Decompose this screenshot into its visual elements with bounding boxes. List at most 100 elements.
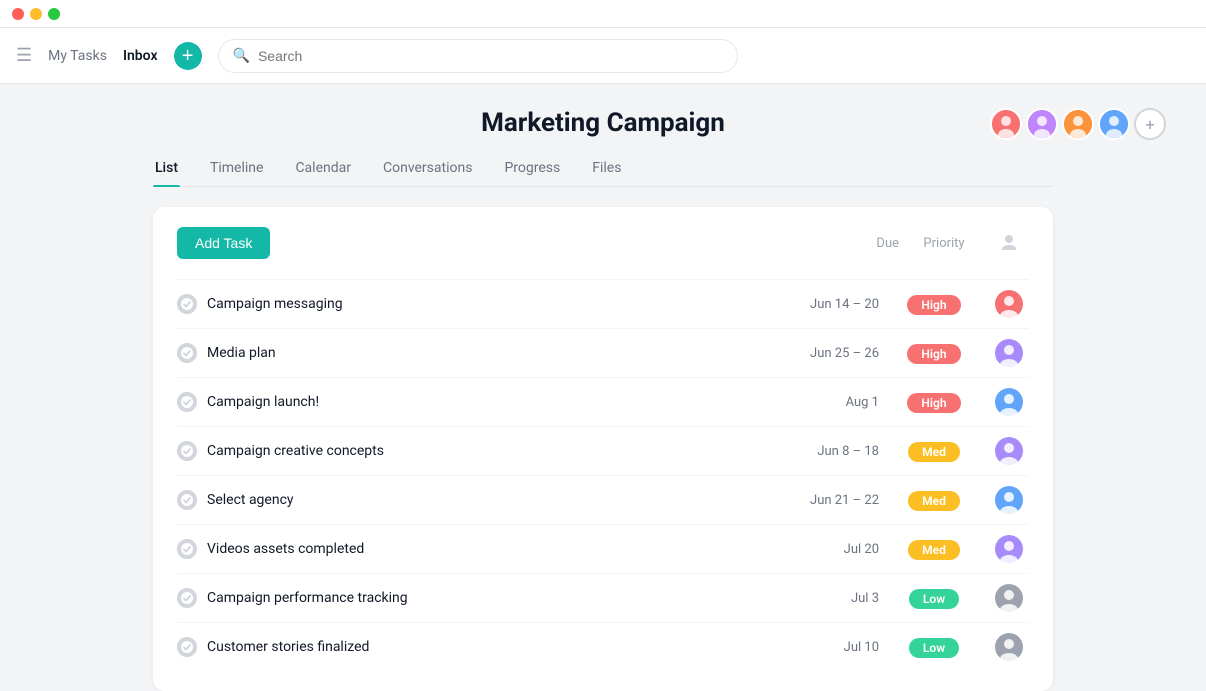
task-row[interactable]: Videos assets completed Jul 20 Med [177, 524, 1029, 573]
avatar-4[interactable] [1098, 108, 1130, 140]
task-avatar-7[interactable] [989, 633, 1029, 661]
priority-badge-5: Med [908, 540, 960, 560]
tab-timeline[interactable]: Timeline [208, 154, 265, 186]
task-row[interactable]: Customer stories finalized Jul 10 Low [177, 622, 1029, 671]
tab-progress[interactable]: Progress [502, 154, 562, 186]
avatar-3-img [1064, 110, 1092, 138]
avatar-img-1 [995, 339, 1023, 367]
task-name-4: Select agency [207, 492, 749, 508]
task-priority-4: Med [889, 490, 979, 511]
task-name-1: Media plan [207, 345, 749, 361]
task-rows: Campaign messaging Jun 14 – 20 High Medi… [177, 279, 1029, 671]
task-checkbox-3[interactable] [177, 441, 197, 461]
task-avatar-0[interactable] [989, 290, 1029, 318]
column-headers: Due Priority [779, 232, 1029, 254]
task-row[interactable]: Campaign creative concepts Jun 8 – 18 Me… [177, 426, 1029, 475]
priority-badge-7: Low [909, 638, 959, 658]
avatar-2[interactable] [1026, 108, 1058, 140]
tab-conversations[interactable]: Conversations [381, 154, 474, 186]
avatar-4-img [1100, 110, 1128, 138]
task-due-6: Jul 3 [759, 591, 879, 606]
task-due-0: Jun 14 – 20 [759, 297, 879, 312]
task-due-1: Jun 25 – 26 [759, 346, 879, 361]
task-name-5: Videos assets completed [207, 541, 749, 557]
col-person-header [989, 232, 1029, 254]
priority-badge-2: High [907, 393, 960, 413]
tab-list[interactable]: List [153, 154, 180, 186]
nav-inbox[interactable]: Inbox [123, 48, 158, 64]
task-name-6: Campaign performance tracking [207, 590, 749, 606]
add-button[interactable]: + [174, 42, 202, 70]
task-name-0: Campaign messaging [207, 296, 749, 312]
avatar-add-button[interactable]: + [1134, 108, 1166, 140]
priority-badge-4: Med [908, 491, 960, 511]
check-icon-3 [179, 443, 195, 459]
traffic-light-yellow[interactable] [30, 8, 42, 20]
priority-badge-3: Med [908, 442, 960, 462]
add-task-button[interactable]: Add Task [177, 227, 270, 259]
task-checkbox-6[interactable] [177, 588, 197, 608]
tab-calendar[interactable]: Calendar [293, 154, 353, 186]
task-avatar-5[interactable] [989, 535, 1029, 563]
task-row[interactable]: Select agency Jun 21 – 22 Med [177, 475, 1029, 524]
check-icon-6 [179, 590, 195, 606]
tab-files[interactable]: Files [590, 154, 623, 186]
task-checkbox-2[interactable] [177, 392, 197, 412]
avatar-2-img [1028, 110, 1056, 138]
tabs: List Timeline Calendar Conversations Pro… [153, 154, 1053, 187]
navbar: ☰ My Tasks Inbox + 🔍 [0, 28, 1206, 84]
avatars-group: + [990, 108, 1166, 140]
avatar-img-7 [995, 633, 1023, 661]
col-priority-header: Priority [899, 236, 989, 251]
task-due-3: Jun 8 – 18 [759, 444, 879, 459]
check-icon-1 [179, 345, 195, 361]
task-avatar-3[interactable] [989, 437, 1029, 465]
task-priority-3: Med [889, 441, 979, 462]
task-priority-5: Med [889, 539, 979, 560]
priority-badge-6: Low [909, 589, 959, 609]
task-row[interactable]: Campaign messaging Jun 14 – 20 High [177, 279, 1029, 328]
check-icon-5 [179, 541, 195, 557]
task-priority-0: High [889, 294, 979, 315]
check-icon-4 [179, 492, 195, 508]
task-name-7: Customer stories finalized [207, 639, 749, 655]
task-priority-1: High [889, 343, 979, 364]
traffic-light-green[interactable] [48, 8, 60, 20]
task-row[interactable]: Media plan Jun 25 – 26 High [177, 328, 1029, 377]
avatar-1-img [992, 110, 1020, 138]
task-checkbox-4[interactable] [177, 490, 197, 510]
priority-badge-0: High [907, 295, 960, 315]
hamburger-icon[interactable]: ☰ [16, 45, 32, 66]
task-name-3: Campaign creative concepts [207, 443, 749, 459]
task-checkbox-7[interactable] [177, 637, 197, 657]
avatar-img-2 [995, 388, 1023, 416]
search-bar: 🔍 [218, 39, 738, 73]
main-content: Marketing Campaign [0, 84, 1206, 685]
avatar-img-4 [995, 486, 1023, 514]
avatar-1[interactable] [990, 108, 1022, 140]
task-priority-2: High [889, 392, 979, 413]
search-icon: 🔍 [233, 48, 250, 64]
task-avatar-1[interactable] [989, 339, 1029, 367]
task-checkbox-5[interactable] [177, 539, 197, 559]
person-icon [1000, 232, 1018, 250]
search-input[interactable] [258, 48, 723, 64]
traffic-light-red[interactable] [12, 8, 24, 20]
task-list-container: Add Task Due Priority Campaign messaging [153, 207, 1053, 691]
task-avatar-4[interactable] [989, 486, 1029, 514]
check-icon-7 [179, 639, 195, 655]
task-avatar-6[interactable] [989, 584, 1029, 612]
nav-my-tasks[interactable]: My Tasks [48, 48, 107, 64]
task-row[interactable]: Campaign launch! Aug 1 High [177, 377, 1029, 426]
task-checkbox-1[interactable] [177, 343, 197, 363]
task-due-5: Jul 20 [759, 542, 879, 557]
task-row[interactable]: Campaign performance tracking Jul 3 Low [177, 573, 1029, 622]
task-priority-7: Low [889, 637, 979, 658]
col-due-header: Due [779, 236, 899, 251]
avatar-img-3 [995, 437, 1023, 465]
task-checkbox-0[interactable] [177, 294, 197, 314]
check-icon-0 [179, 296, 195, 312]
project-title: Marketing Campaign [481, 108, 725, 138]
task-avatar-2[interactable] [989, 388, 1029, 416]
avatar-3[interactable] [1062, 108, 1094, 140]
